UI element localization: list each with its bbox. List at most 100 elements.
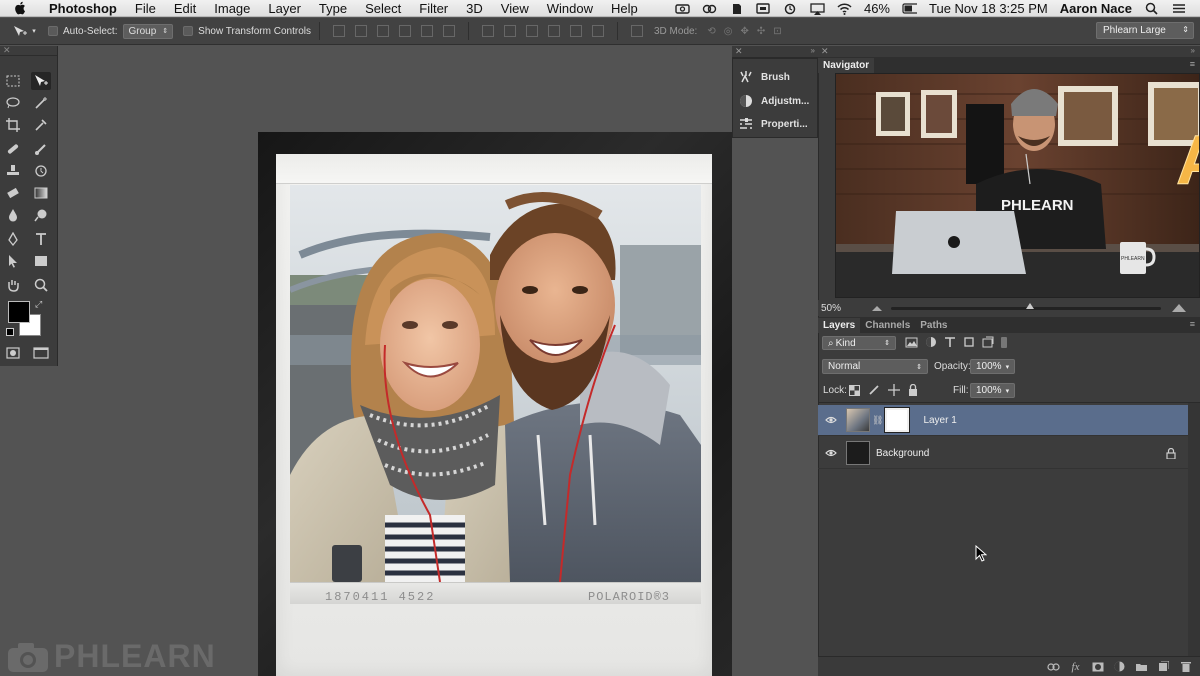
zoom-slider-thumb[interactable] bbox=[1026, 302, 1034, 309]
visibility-eye-icon[interactable] bbox=[820, 416, 842, 424]
creative-cloud-icon[interactable] bbox=[702, 2, 717, 15]
default-colors-icon[interactable] bbox=[6, 328, 14, 336]
collapse-icon[interactable]: » bbox=[1191, 46, 1195, 55]
menu-file[interactable]: File bbox=[126, 1, 165, 16]
auto-select-target-dropdown[interactable]: Group ⇕ bbox=[123, 23, 174, 39]
menu-select[interactable]: Select bbox=[356, 1, 410, 16]
navigator-preview[interactable]: A PHLEARN PHLEARN bbox=[835, 73, 1200, 298]
battery-icon[interactable] bbox=[902, 2, 917, 15]
filter-adjustment-icon[interactable] bbox=[925, 336, 937, 348]
path-selection-tool-icon[interactable] bbox=[3, 252, 23, 270]
lock-all-icon[interactable] bbox=[908, 384, 918, 396]
layer-name[interactable]: Layer 1 bbox=[923, 415, 956, 426]
layer-row-layer-1[interactable]: ⛓ Layer 1 bbox=[818, 405, 1188, 436]
layer-name[interactable]: Background bbox=[876, 448, 929, 459]
lock-transparent-icon[interactable] bbox=[849, 384, 860, 396]
blur-tool-icon[interactable] bbox=[3, 206, 23, 224]
move-tool-icon[interactable] bbox=[31, 72, 51, 90]
align-top-icon[interactable] bbox=[332, 25, 345, 37]
zoom-slider[interactable] bbox=[891, 302, 1161, 310]
layer-mask-thumbnail[interactable] bbox=[884, 407, 911, 433]
menu-3d[interactable]: 3D bbox=[457, 1, 492, 16]
blend-mode-dropdown[interactable]: Normal ⇕ bbox=[822, 359, 928, 374]
screen-icon[interactable] bbox=[756, 2, 771, 15]
opacity-field[interactable]: 100% ▾ bbox=[970, 359, 1015, 374]
dodge-tool-icon[interactable] bbox=[31, 206, 51, 224]
new-group-folder-icon[interactable] bbox=[1135, 661, 1148, 673]
menu-photoshop[interactable]: Photoshop bbox=[40, 1, 126, 16]
evernote-icon[interactable] bbox=[729, 2, 744, 15]
zoom-out-icon[interactable] bbox=[871, 304, 883, 312]
sync-icon[interactable] bbox=[783, 2, 798, 15]
panel-menu-icon[interactable]: ≡ bbox=[1190, 319, 1195, 329]
history-brush-tool-icon[interactable] bbox=[31, 162, 51, 180]
filter-shape-icon[interactable] bbox=[963, 336, 975, 348]
align-vcenter-icon[interactable] bbox=[354, 25, 367, 37]
camera-icon[interactable] bbox=[675, 2, 690, 15]
3d-slide-icon[interactable]: ✣ bbox=[757, 26, 765, 37]
collapse-icon[interactable]: » bbox=[811, 46, 815, 55]
link-layers-icon[interactable] bbox=[1047, 661, 1060, 673]
screen-mode-icon[interactable] bbox=[31, 344, 51, 362]
foreground-color-swatch[interactable] bbox=[8, 301, 30, 323]
show-transform-checkbox[interactable] bbox=[183, 26, 194, 36]
distribute-left-icon[interactable] bbox=[547, 25, 560, 37]
new-layer-icon[interactable] bbox=[1157, 661, 1170, 673]
menu-type[interactable]: Type bbox=[310, 1, 356, 16]
menu-view[interactable]: View bbox=[492, 1, 538, 16]
menu-help[interactable]: Help bbox=[602, 1, 647, 16]
layer-style-fx-icon[interactable]: fx bbox=[1069, 661, 1082, 673]
3d-drag-icon[interactable]: ✥ bbox=[740, 26, 748, 37]
wifi-icon[interactable] bbox=[837, 2, 852, 15]
brush-panel-button[interactable]: Brush bbox=[739, 66, 790, 88]
auto-select-checkbox[interactable] bbox=[48, 26, 58, 36]
tab-paths[interactable]: Paths bbox=[915, 318, 952, 333]
lock-position-icon[interactable] bbox=[888, 384, 900, 396]
3d-roll-icon[interactable]: ◎ bbox=[724, 26, 733, 37]
gradient-tool-icon[interactable] bbox=[31, 184, 51, 202]
tool-preset-picker[interactable]: ▾ bbox=[0, 24, 48, 38]
distribute-bottom-icon[interactable] bbox=[525, 25, 538, 37]
menu-edit[interactable]: Edit bbox=[165, 1, 205, 16]
tab-channels[interactable]: Channels bbox=[860, 318, 915, 333]
adjustments-panel-button[interactable]: Adjustm... bbox=[739, 90, 809, 112]
quick-mask-icon[interactable] bbox=[3, 344, 23, 362]
filter-pixel-icon[interactable] bbox=[905, 337, 918, 348]
apple-icon[interactable] bbox=[0, 1, 40, 15]
chevron-down-icon[interactable]: ▾ bbox=[1006, 363, 1010, 371]
menubar-clock[interactable]: Tue Nov 18 3:25 PM bbox=[929, 1, 1048, 16]
layer-thumbnail[interactable] bbox=[846, 408, 870, 432]
airplay-icon[interactable] bbox=[810, 2, 825, 15]
close-icon[interactable]: ✕ bbox=[735, 46, 743, 57]
align-left-icon[interactable] bbox=[398, 25, 411, 37]
pen-tool-icon[interactable] bbox=[3, 230, 23, 248]
align-right-icon[interactable] bbox=[442, 25, 455, 37]
panel-menu-icon[interactable]: ≡ bbox=[1190, 59, 1195, 69]
layer-row-background[interactable]: Background bbox=[818, 438, 1188, 469]
lock-brush-icon[interactable] bbox=[868, 384, 880, 396]
align-bottom-icon[interactable] bbox=[376, 25, 389, 37]
brush-tool-icon[interactable] bbox=[31, 140, 51, 158]
magic-wand-tool-icon[interactable] bbox=[31, 94, 51, 112]
marquee-tool-icon[interactable] bbox=[3, 72, 23, 90]
distribute-top-icon[interactable] bbox=[481, 25, 494, 37]
add-mask-icon[interactable] bbox=[1091, 661, 1104, 673]
healing-brush-tool-icon[interactable] bbox=[3, 140, 23, 158]
tab-navigator[interactable]: Navigator bbox=[818, 58, 875, 73]
eyedropper-tool-icon[interactable] bbox=[31, 116, 51, 134]
menu-filter[interactable]: Filter bbox=[410, 1, 457, 16]
crop-tool-icon[interactable] bbox=[3, 116, 23, 134]
menu-layer[interactable]: Layer bbox=[259, 1, 310, 16]
visibility-eye-icon[interactable] bbox=[820, 449, 842, 457]
auto-align-icon[interactable] bbox=[630, 25, 643, 37]
properties-panel-button[interactable]: Properti... bbox=[739, 113, 808, 135]
zoom-level[interactable]: 50% bbox=[821, 303, 861, 314]
panel-close-icon[interactable]: ✕ bbox=[0, 46, 57, 56]
menu-window[interactable]: Window bbox=[538, 1, 602, 16]
layer-thumbnail[interactable] bbox=[846, 441, 870, 465]
align-hcenter-icon[interactable] bbox=[420, 25, 433, 37]
menu-image[interactable]: Image bbox=[205, 1, 259, 16]
workspace-switcher[interactable]: Phlearn Large ⇕ bbox=[1096, 22, 1194, 39]
3d-scale-icon[interactable]: ⊡ bbox=[773, 26, 781, 37]
notification-center-icon[interactable] bbox=[1171, 2, 1186, 15]
